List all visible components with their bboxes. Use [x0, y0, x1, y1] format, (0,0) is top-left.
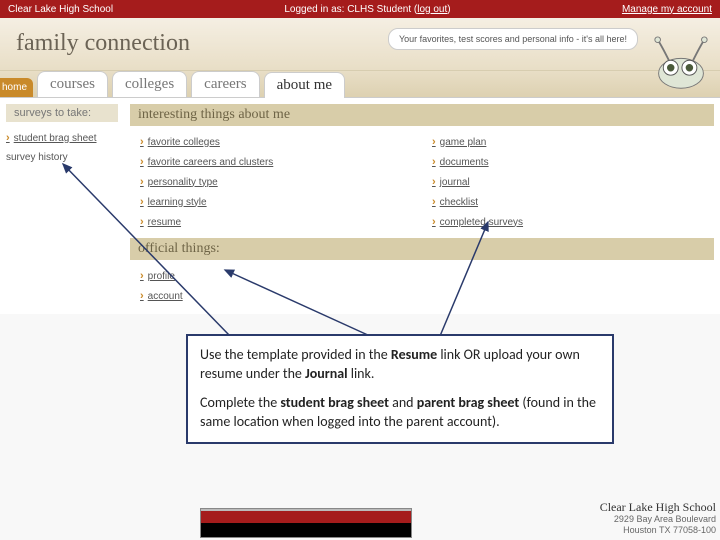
manage-account-link[interactable]: Manage my account — [622, 4, 712, 15]
chevron-icon: › — [432, 156, 436, 168]
chevron-icon: › — [432, 196, 436, 208]
tab-courses[interactable]: courses — [37, 71, 108, 97]
chevron-icon: › — [140, 196, 144, 208]
sidebar-head-surveys: surveys to take: — [6, 104, 118, 122]
chevron-icon: › — [140, 136, 144, 148]
link-journal[interactable]: ›journal — [432, 172, 714, 192]
chevron-icon: › — [140, 156, 144, 168]
section-head-official: official things: — [130, 238, 714, 260]
login-status: Logged in as: CLHS Student (log out) — [113, 4, 622, 15]
tab-about-me[interactable]: about me — [264, 72, 345, 98]
chevron-icon: › — [432, 136, 436, 148]
link-personality-type[interactable]: ›personality type — [140, 172, 422, 192]
chevron-icon: › — [432, 176, 436, 188]
link-favorite-careers[interactable]: ›favorite careers and clusters — [140, 152, 422, 172]
nav-tabs: home courses colleges careers about me — [0, 71, 720, 97]
top-bar: Clear Lake High School Logged in as: CLH… — [0, 0, 720, 18]
chevron-icon: › — [140, 216, 144, 228]
link-favorite-colleges[interactable]: ›favorite colleges — [140, 132, 422, 152]
link-checklist[interactable]: ›checklist — [432, 192, 714, 212]
tab-careers[interactable]: careers — [191, 71, 259, 97]
link-documents[interactable]: ›documents — [432, 152, 714, 172]
sidebar-survey-history[interactable]: survey history — [6, 148, 118, 167]
sidebar: surveys to take: ›student brag sheet sur… — [6, 104, 118, 314]
link-resume[interactable]: ›resume — [140, 212, 422, 232]
section-head-interesting: interesting things about me — [130, 104, 714, 126]
school-name: Clear Lake High School — [8, 4, 113, 15]
link-profile[interactable]: ›profile — [140, 266, 714, 286]
chevron-icon: › — [432, 216, 436, 228]
tab-home[interactable]: home — [0, 78, 33, 97]
tab-colleges[interactable]: colleges — [112, 71, 187, 97]
link-completed-surveys[interactable]: ›completed surveys — [432, 212, 714, 232]
chevron-icon: › — [140, 270, 144, 282]
link-learning-style[interactable]: ›learning style — [140, 192, 422, 212]
info-bubble: Your favorites, test scores and personal… — [388, 28, 638, 50]
footer-logo — [200, 508, 412, 538]
main-content: surveys to take: ›student brag sheet sur… — [0, 97, 720, 314]
chevron-icon: › — [140, 176, 144, 188]
logout-link[interactable]: log out — [417, 4, 447, 15]
chevron-icon: › — [140, 290, 144, 302]
link-account[interactable]: ›account — [140, 286, 714, 306]
instruction-callout: Use the template provided in the Resume … — [186, 334, 614, 444]
header: family connection Your favorites, test s… — [0, 18, 720, 71]
chevron-icon: › — [6, 132, 10, 144]
links-columns: ›favorite colleges ›favorite careers and… — [130, 132, 714, 232]
sidebar-link-brag-sheet[interactable]: ›student brag sheet — [6, 128, 118, 148]
content-area: interesting things about me ›favorite co… — [130, 104, 714, 314]
link-game-plan[interactable]: ›game plan — [432, 132, 714, 152]
footer-address: Clear Lake High School 2929 Bay Area Bou… — [600, 500, 716, 536]
mascot-icon — [648, 36, 714, 92]
